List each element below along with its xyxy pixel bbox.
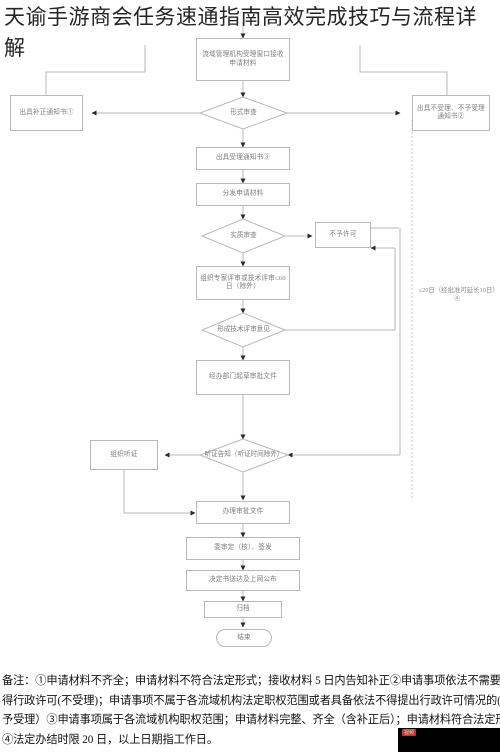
node-expert-review-label: 组织专家评审或技术评审≤60日（除外） (200, 274, 286, 290)
node-substantive-review-label: 实质审查 (230, 231, 257, 239)
annotation-duration-label: ≤20日（经批准可延长10日）④ (418, 287, 496, 302)
node-form-review-label: 形式审查 (230, 108, 257, 116)
node-distribute[interactable]: 分发申请材料 (196, 183, 290, 206)
node-intake[interactable]: 流域管理机构受理窗口接收申请材料 (196, 38, 290, 81)
node-hold-hearing[interactable]: 组织听证 (90, 440, 158, 470)
page-root: 流域管理机构受理窗口接收申请材料 形式审查 出具补正通知书① 出具不受理、不予受… (0, 0, 500, 752)
video-watermark-overlay: 视频 (398, 728, 500, 752)
node-approve-sign-label: 委审定（核）、签发 (214, 544, 272, 552)
node-end[interactable]: 结束 (216, 629, 272, 647)
node-intake-label: 流域管理机构受理窗口接收申请材料 (202, 51, 284, 67)
node-no-permit[interactable]: 不予许可 (315, 222, 371, 248)
remarks-line: 备注：①申请材料不齐全；申请材料不符合法定形式；接收材料 5 日内告知补正②申请… (2, 675, 500, 687)
node-reject-notice-label: 出具不受理、不予受理通知书② (417, 104, 485, 120)
node-end-label: 结束 (237, 633, 251, 641)
node-accept-notice-label: 出具受理通知书③ (215, 154, 271, 162)
node-deliver-publish-label: 决定书送达及上网公布 (209, 576, 277, 584)
node-supplement-notice[interactable]: 出具补正通知书① (10, 95, 83, 131)
node-deliver-publish[interactable]: 决定书送达及上网公布 (186, 570, 300, 591)
annotation-duration: ≤20日（经批准可延长10日）④ (418, 287, 496, 303)
node-distribute-label: 分发申请材料 (222, 190, 264, 198)
node-supplement-notice-label: 出具补正通知书① (19, 108, 74, 116)
node-tech-opinion-label: 形成技术评审意见 (217, 325, 270, 333)
node-accept-notice[interactable]: 出具受理通知书③ (196, 147, 290, 170)
node-hearing-notice-label: 听证告知（听证时间除外） (204, 451, 284, 459)
node-form-review[interactable]: 形式审查 (200, 97, 287, 129)
node-process-doc[interactable]: 办理审批文件 (196, 501, 290, 524)
node-no-permit-label: 不予许可 (329, 230, 357, 238)
remarks-line: 得行政许可(不受理)；申请事项不属于各流域机构法定职权范围或者具备依法不得提出行… (2, 694, 500, 707)
node-draft-doc-label: 经办部门起草审批文件 (209, 373, 277, 381)
node-reject-notice[interactable]: 出具不受理、不予受理通知书② (412, 95, 490, 131)
node-hold-hearing-label: 组织听证 (110, 450, 138, 458)
node-tech-opinion[interactable]: 形成技术评审意见 (202, 313, 285, 347)
node-hearing-notice[interactable]: 听证告知（听证时间除外） (200, 439, 288, 472)
node-draft-doc[interactable]: 经办部门起草审批文件 (196, 360, 290, 395)
node-process-doc-label: 办理审批文件 (222, 508, 264, 516)
watermark-badge: 视频 (402, 729, 417, 736)
node-expert-review[interactable]: 组织专家评审或技术评审≤60日（除外） (196, 266, 290, 300)
node-substantive-review[interactable]: 实质审查 (202, 219, 285, 253)
node-approve-sign[interactable]: 委审定（核）、签发 (186, 537, 300, 560)
flowchart: 流域管理机构受理窗口接收申请材料 形式审查 出具补正通知书① 出具不受理、不予受… (0, 0, 500, 625)
